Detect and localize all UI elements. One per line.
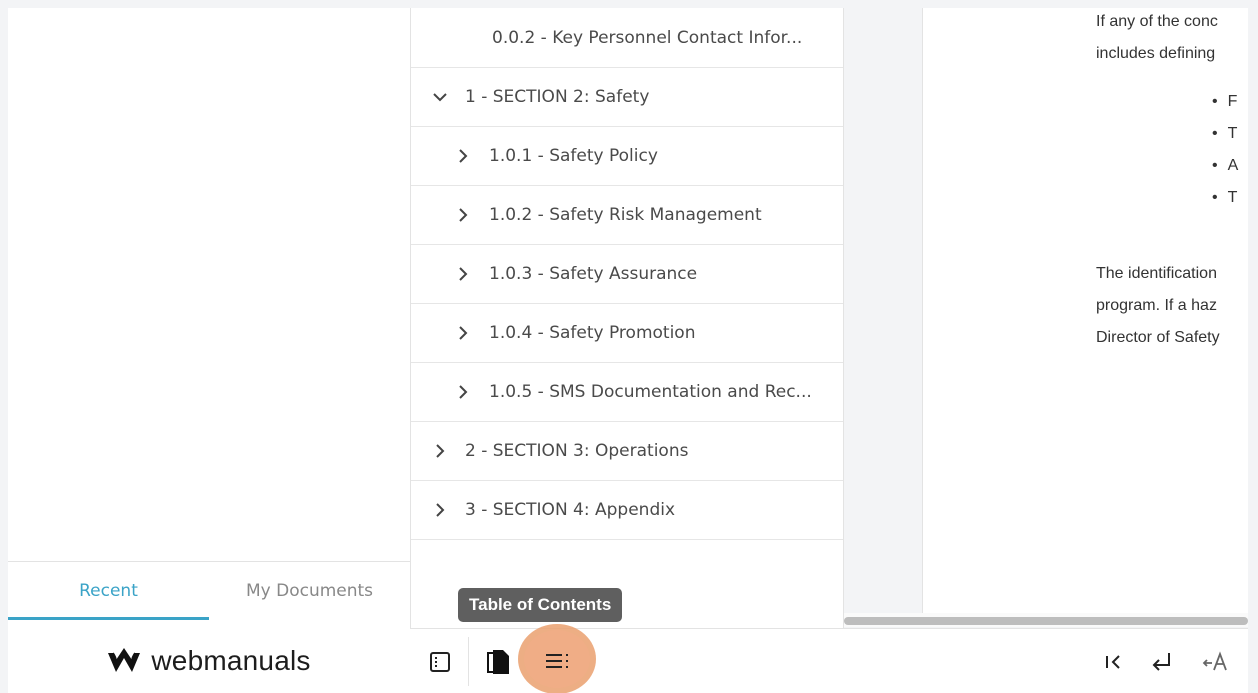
tab-my-documents[interactable]: My Documents bbox=[209, 562, 410, 620]
chevron-down-icon[interactable] bbox=[429, 86, 451, 108]
documents-icon bbox=[487, 649, 509, 674]
first-page-icon bbox=[1106, 654, 1120, 669]
toolbar-divider bbox=[468, 637, 469, 686]
doc-paragraph-line: Director of Safety bbox=[1096, 329, 1220, 346]
first-page-button[interactable] bbox=[1092, 629, 1136, 693]
toc-item-label: 1.0.1 - Safety Policy bbox=[489, 146, 658, 166]
toc-item-label: 1.0.3 - Safety Assurance bbox=[489, 264, 698, 284]
text-format-button[interactable] bbox=[1194, 629, 1238, 693]
toc-item-1-0-3[interactable]: 1.0.3 - Safety Assurance bbox=[411, 245, 843, 304]
left-panel: Recent My Documents webmanuals bbox=[8, 8, 410, 693]
doc-bullet-item: T bbox=[1212, 189, 1238, 207]
toc-tooltip-text: Table of Contents bbox=[469, 595, 612, 614]
toc-item-label: 2 - SECTION 3: Operations bbox=[465, 441, 689, 461]
documents-button[interactable] bbox=[476, 629, 520, 693]
chevron-right-icon[interactable] bbox=[452, 381, 474, 403]
toc-item-section-3[interactable]: 2 - SECTION 3: Operations bbox=[411, 422, 843, 481]
tab-recent-label: Recent bbox=[79, 581, 138, 601]
chevron-right-icon[interactable] bbox=[452, 322, 474, 344]
toc-item-0-0-2[interactable]: 0.0.2 - Key Personnel Contact Infor... bbox=[411, 9, 843, 68]
chevron-right-icon[interactable] bbox=[429, 440, 451, 462]
doc-bullet-item: A bbox=[1212, 157, 1239, 175]
toc-item-label: 1.0.4 - Safety Promotion bbox=[489, 323, 696, 343]
doc-bullet-item: F bbox=[1212, 93, 1238, 111]
webmanuals-logo: webmanuals bbox=[8, 628, 410, 693]
toc-item-label: 3 - SECTION 4: Appendix bbox=[465, 500, 676, 520]
sidebar-toggle-button[interactable] bbox=[418, 629, 462, 693]
table-of-contents-panel: 0.0.2 - Key Personnel Contact Infor... 1… bbox=[410, 8, 844, 628]
toc-item-1-0-5[interactable]: 1.0.5 - SMS Documentation and Rec... bbox=[411, 363, 843, 422]
text-format-icon bbox=[1202, 650, 1227, 670]
doc-bullet-item: T bbox=[1212, 125, 1238, 143]
chevron-right-icon[interactable] bbox=[452, 204, 474, 226]
left-panel-tabs: Recent My Documents bbox=[8, 561, 410, 620]
tab-my-documents-label: My Documents bbox=[245, 581, 374, 601]
return-button[interactable] bbox=[1140, 629, 1184, 693]
return-icon bbox=[1152, 652, 1170, 671]
toc-item-label: 1.0.5 - SMS Documentation and Rec... bbox=[489, 382, 812, 402]
sidebar-toggle-icon bbox=[430, 651, 450, 672]
toc-item-1-0-4[interactable]: 1.0.4 - Safety Promotion bbox=[411, 304, 843, 363]
chevron-right-icon[interactable] bbox=[452, 145, 474, 167]
toc-item-label: 1 - SECTION 2: Safety bbox=[465, 87, 650, 107]
horizontal-scrollbar[interactable] bbox=[844, 613, 1248, 627]
toc-item-section-2[interactable]: 1 - SECTION 2: Safety bbox=[411, 68, 843, 127]
doc-paragraph-line: program. If a haz bbox=[1096, 297, 1217, 314]
doc-paragraph-line: includes defining bbox=[1096, 45, 1216, 62]
webmanuals-logo-icon bbox=[108, 647, 141, 672]
toc-item-1-0-1[interactable]: 1.0.1 - Safety Policy bbox=[411, 127, 843, 186]
toc-item-label: 1.0.2 - Safety Risk Management bbox=[489, 205, 762, 225]
tab-recent[interactable]: Recent bbox=[8, 562, 209, 620]
doc-paragraph-line: If any of the conc bbox=[1096, 13, 1218, 30]
window-edge bbox=[1248, 8, 1258, 693]
toc-tooltip: Table of Contents bbox=[458, 588, 623, 622]
chevron-right-icon[interactable] bbox=[452, 263, 474, 285]
table-of-contents-button[interactable] bbox=[530, 638, 584, 684]
table-of-contents-icon bbox=[546, 654, 568, 668]
toc-item-section-4[interactable]: 3 - SECTION 4: Appendix bbox=[411, 481, 843, 540]
doc-paragraph-line: The identification bbox=[1096, 265, 1217, 282]
horizontal-scrollbar-thumb[interactable] bbox=[844, 617, 1248, 625]
toc-item-1-0-2[interactable]: 1.0.2 - Safety Risk Management bbox=[411, 186, 843, 245]
webmanuals-logo-text: webmanuals bbox=[151, 644, 311, 676]
chevron-right-icon[interactable] bbox=[429, 499, 451, 521]
toc-item-label: 0.0.2 - Key Personnel Contact Infor... bbox=[492, 28, 803, 48]
